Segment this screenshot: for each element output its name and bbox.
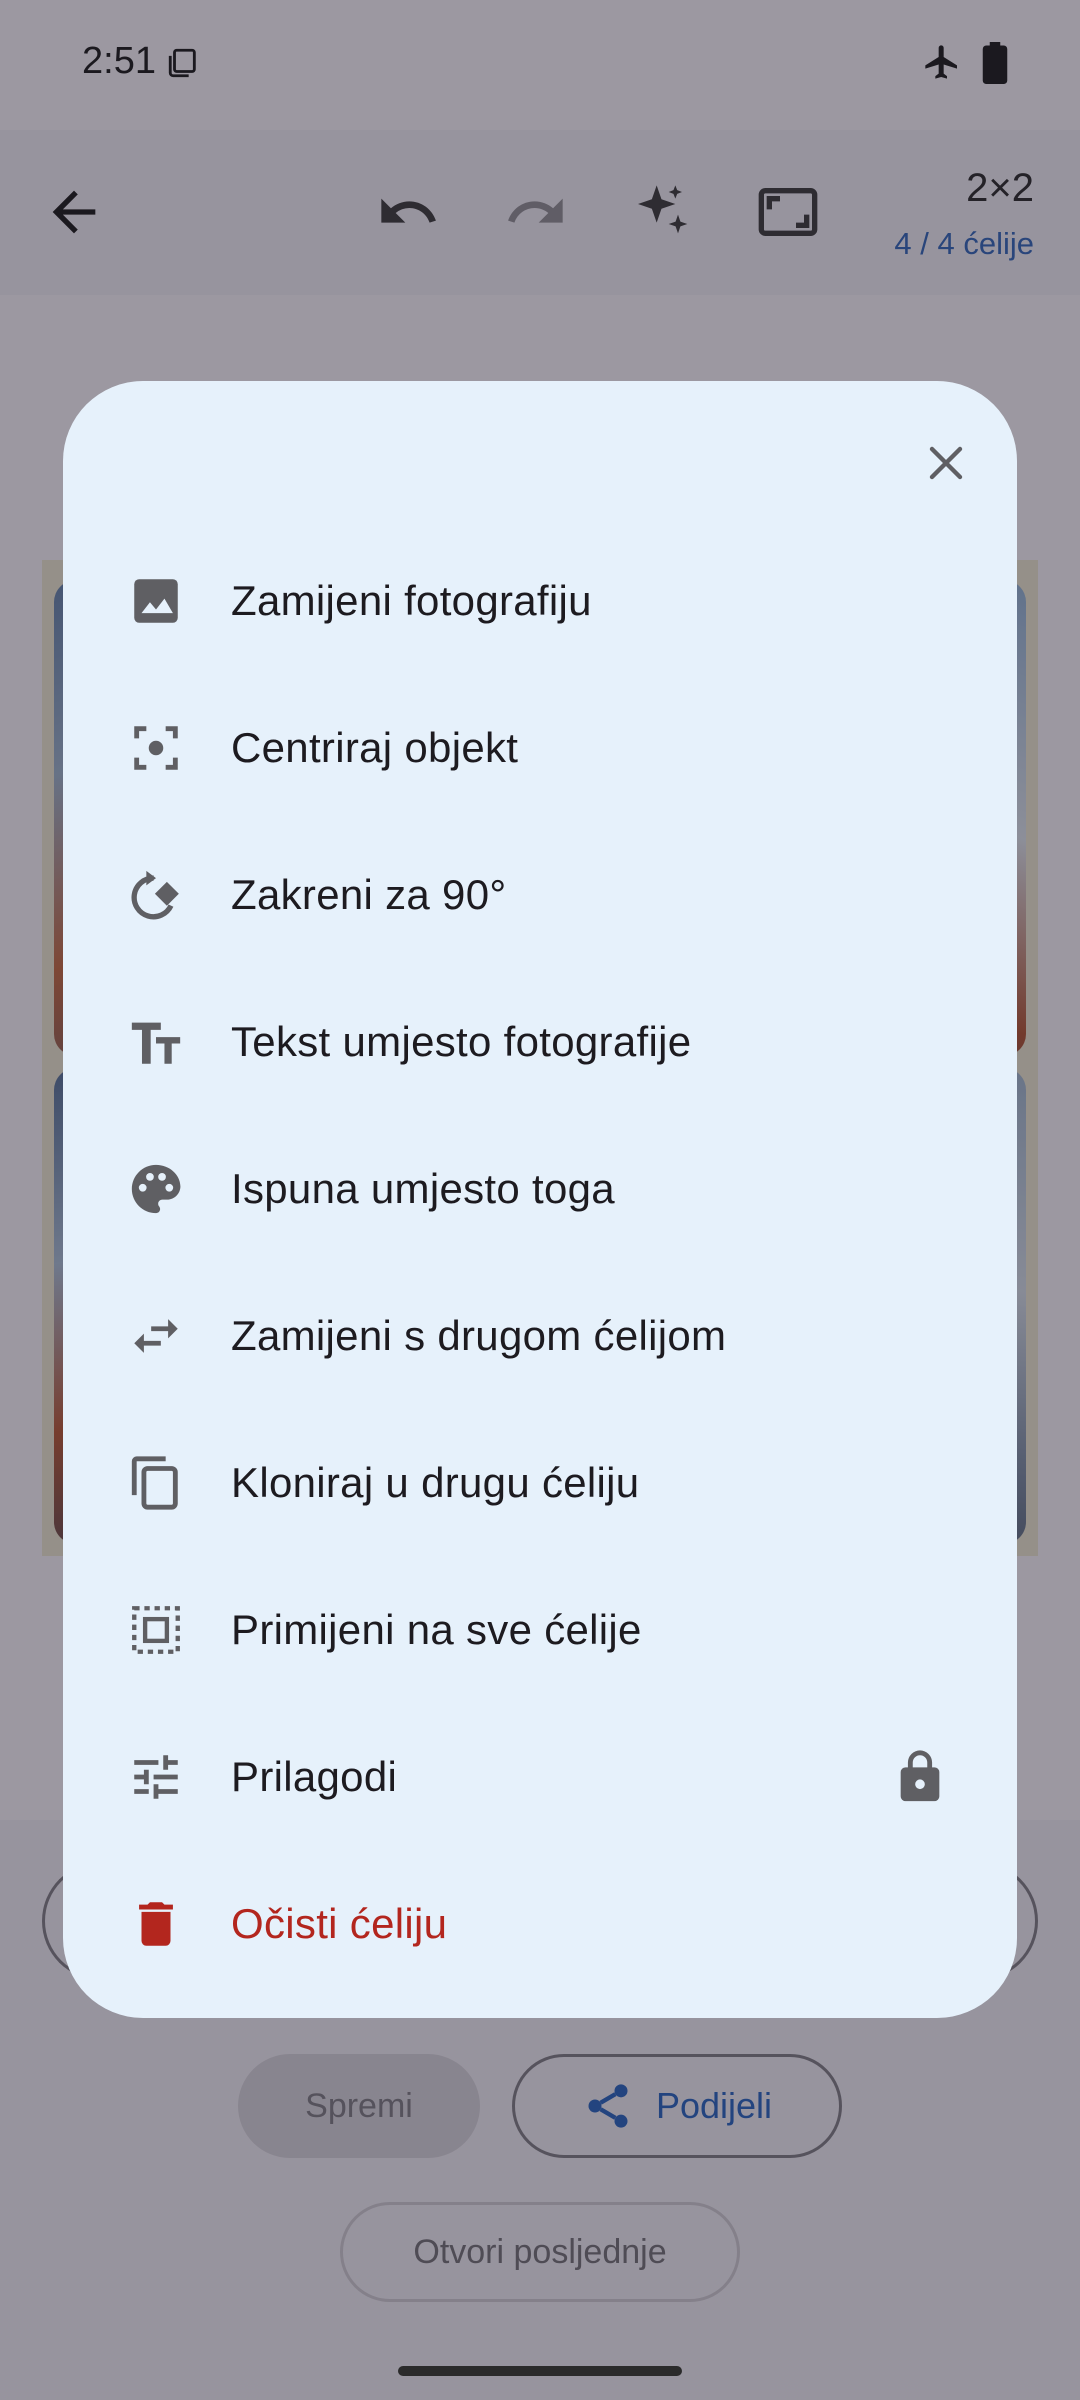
menu-item-label: Očisti ćeliju: [231, 1899, 448, 1947]
menu-item-replace-photo[interactable]: Zamijeni fotografiju: [63, 527, 1017, 674]
delete-icon: [127, 1895, 185, 1953]
cell-options-menu: Zamijeni fotografiju Centriraj objekt Za…: [63, 527, 1017, 1997]
menu-item-label: Centriraj objekt: [231, 723, 519, 771]
menu-item-label: Zakreni za 90°: [231, 870, 507, 918]
cell-options-dialog: Zamijeni fotografiju Centriraj objekt Za…: [63, 381, 1017, 2018]
menu-item-clear-cell[interactable]: Očisti ćeliju: [63, 1850, 1017, 1997]
menu-item-center-object[interactable]: Centriraj objekt: [63, 674, 1017, 821]
palette-icon: [127, 1160, 185, 1218]
menu-item-text-instead[interactable]: Tekst umjesto fotografije: [63, 968, 1017, 1115]
menu-item-clone-cell[interactable]: Kloniraj u drugu ćeliju: [63, 1409, 1017, 1556]
menu-item-rotate[interactable]: Zakreni za 90°: [63, 821, 1017, 968]
menu-item-label: Ispuna umjesto toga: [231, 1164, 615, 1212]
menu-item-label: Zamijeni s drugom ćelijom: [231, 1311, 727, 1359]
menu-item-label: Tekst umjesto fotografije: [231, 1017, 692, 1065]
menu-item-adjust[interactable]: Prilagodi: [63, 1703, 1017, 1850]
tune-icon: [127, 1748, 185, 1806]
menu-item-label: Kloniraj u drugu ćeliju: [231, 1458, 640, 1506]
menu-item-label: Primijeni na sve ćelije: [231, 1605, 642, 1653]
rotate-icon: [127, 866, 185, 924]
menu-item-label: Prilagodi: [231, 1752, 398, 1800]
menu-item-label: Zamijeni fotografiju: [231, 576, 592, 624]
menu-item-apply-all[interactable]: Primijeni na sve ćelije: [63, 1556, 1017, 1703]
close-icon: [929, 446, 963, 480]
copy-icon: [127, 1454, 185, 1512]
image-icon: [127, 572, 185, 630]
home-indicator[interactable]: [398, 2366, 682, 2376]
lock-icon: [891, 1748, 949, 1806]
swap-icon: [127, 1307, 185, 1365]
center-focus-icon: [127, 719, 185, 777]
menu-item-fill-instead[interactable]: Ispuna umjesto toga: [63, 1115, 1017, 1262]
text-fields-icon: [127, 1013, 185, 1071]
close-button[interactable]: [900, 417, 992, 509]
select-all-icon: [127, 1601, 185, 1659]
menu-item-swap-cell[interactable]: Zamijeni s drugom ćelijom: [63, 1262, 1017, 1409]
